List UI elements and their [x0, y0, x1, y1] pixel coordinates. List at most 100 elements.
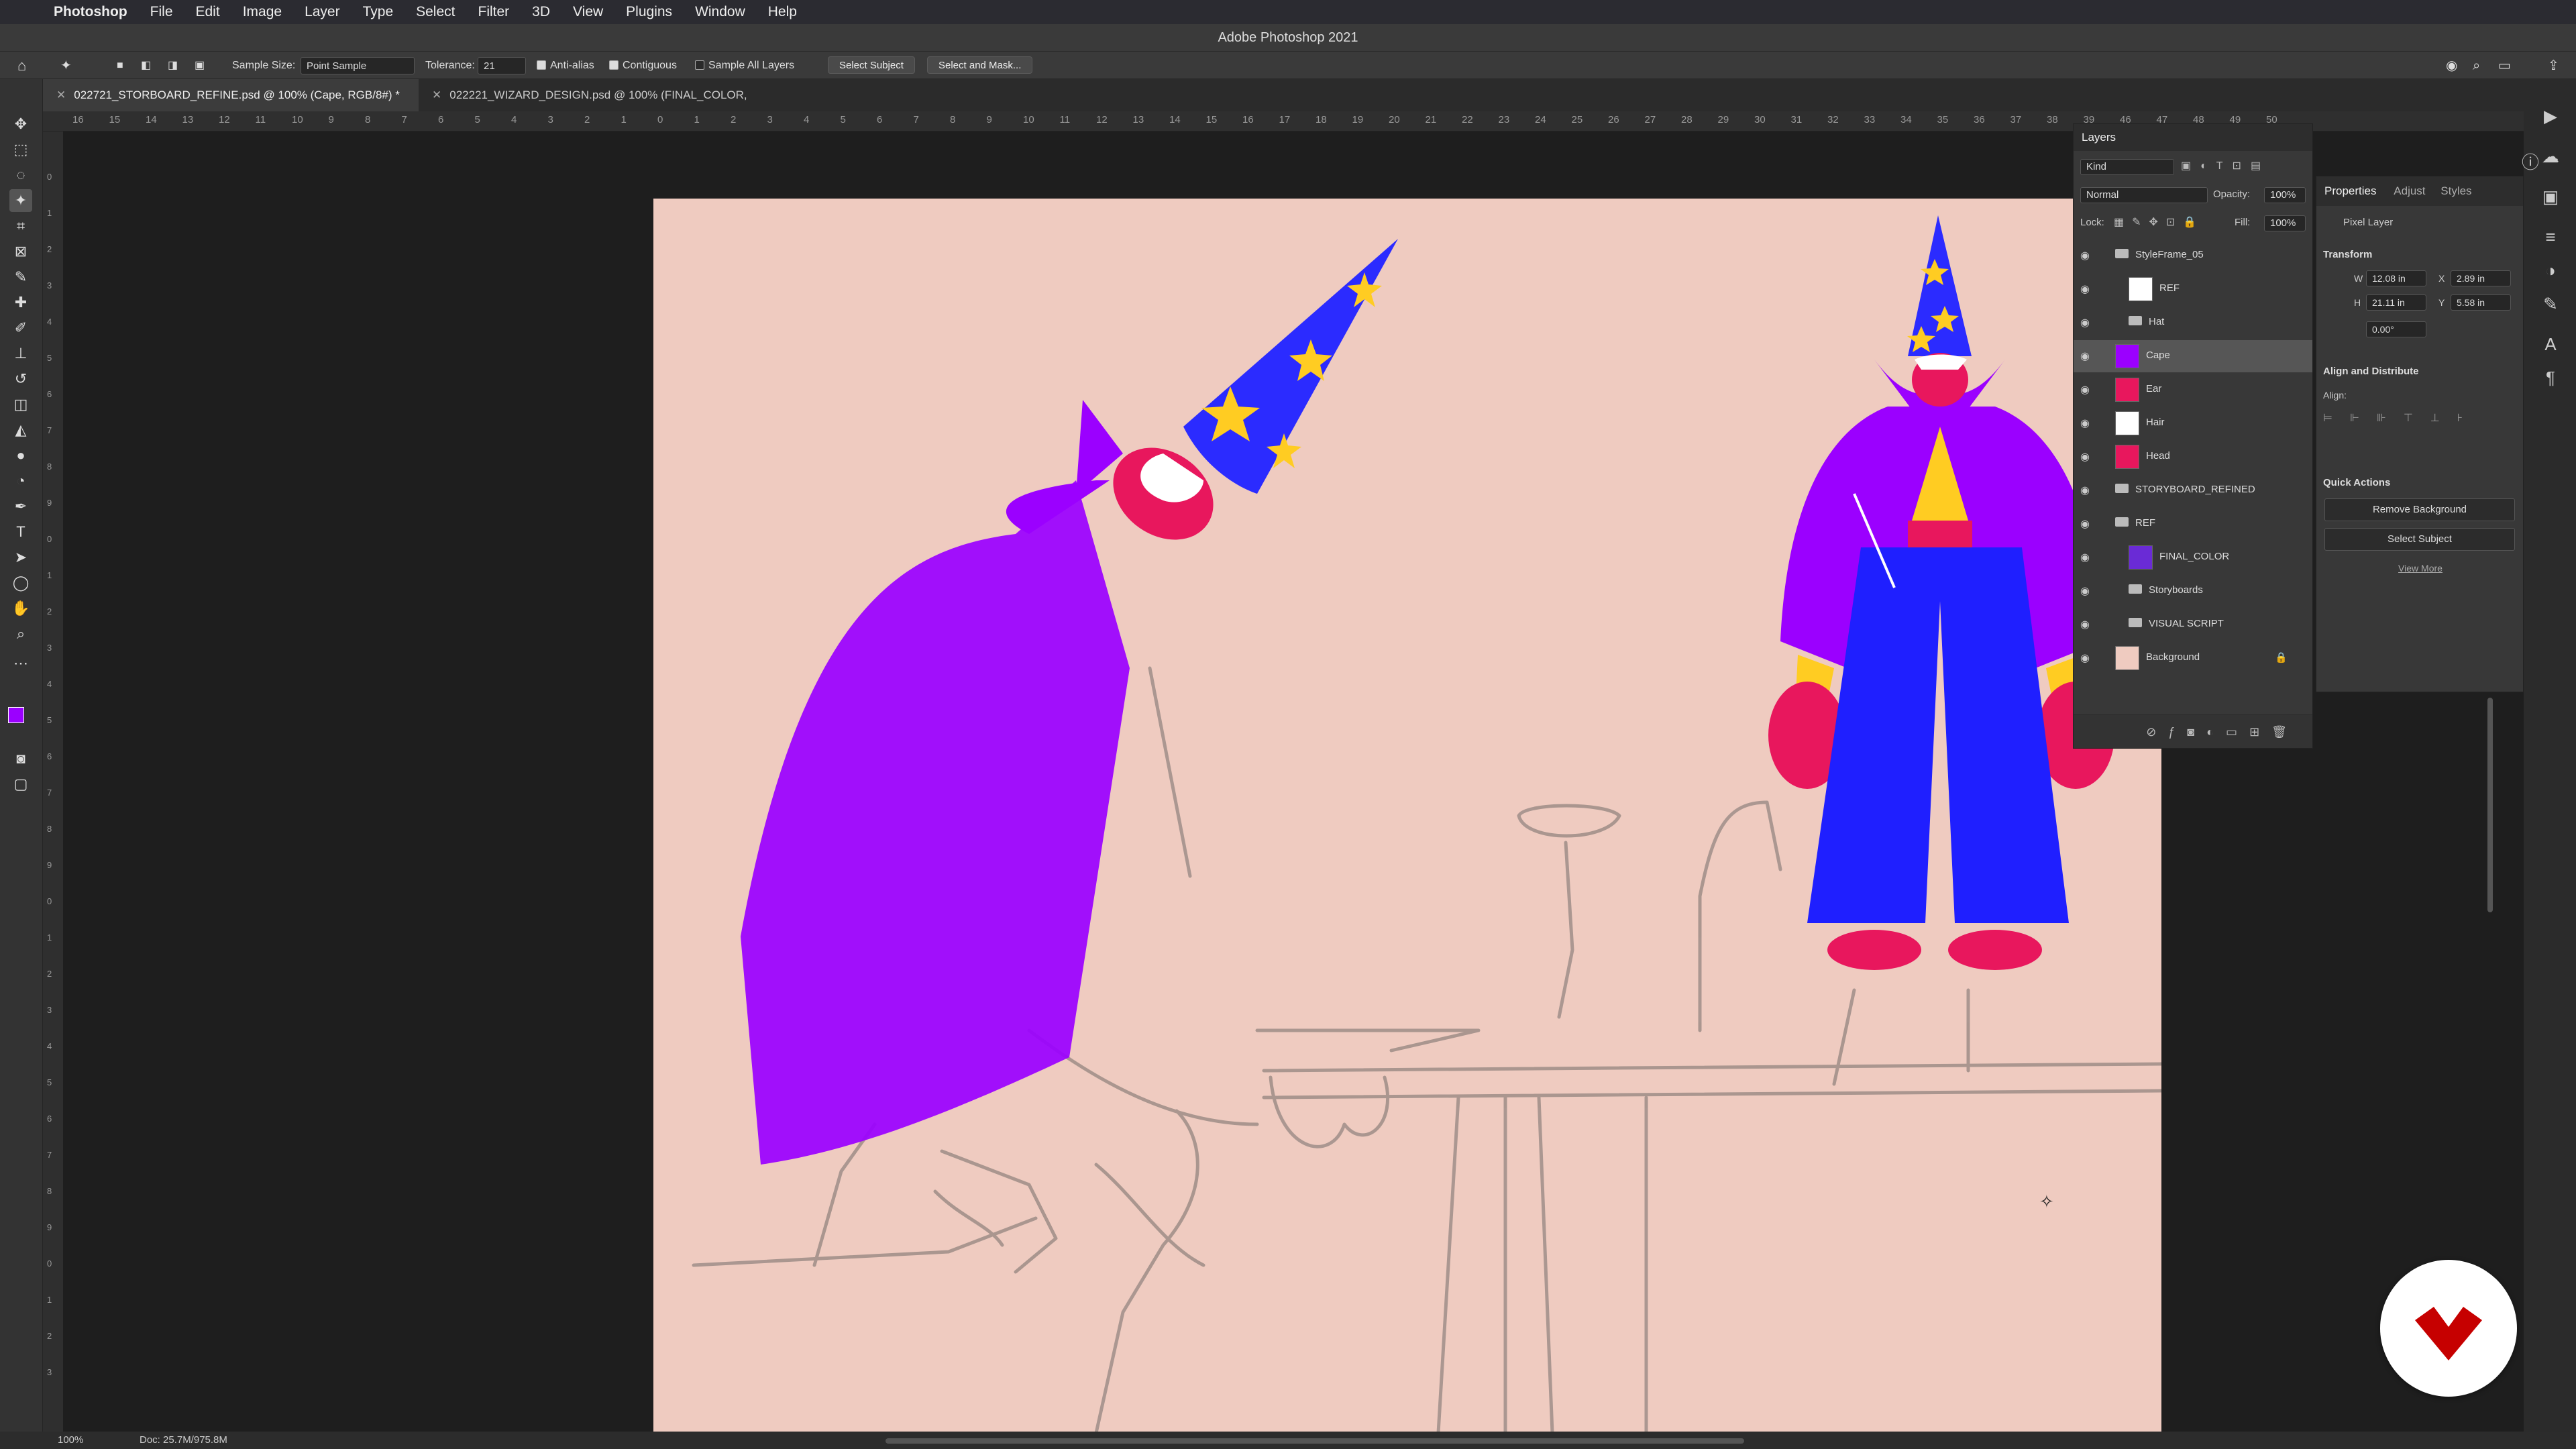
select-subject-button[interactable]: Select Subject — [828, 56, 915, 74]
visibility-eye-icon[interactable]: ◉ — [2080, 417, 2090, 430]
tolerance-input[interactable]: 21 — [478, 57, 526, 74]
screen-mode-icon[interactable]: ▢ — [9, 773, 32, 796]
visibility-eye-icon[interactable]: ◉ — [2080, 618, 2090, 631]
lock-icons[interactable]: ▦✎✥⊡🔒 — [2114, 215, 2204, 229]
blend-mode-select[interactable]: Normal — [2080, 187, 2208, 203]
layer-row[interactable]: ◉ Hair — [2074, 407, 2312, 439]
menu-view[interactable]: View — [573, 4, 603, 20]
menu-type[interactable]: Type — [363, 4, 394, 20]
view-more-link[interactable]: View More — [2316, 563, 2524, 574]
x-input[interactable]: 2.89 in — [2451, 270, 2511, 286]
workspace-icon[interactable]: ▭ — [2498, 57, 2511, 74]
menu-filter[interactable]: Filter — [478, 4, 510, 20]
layer-filter-select[interactable]: Kind — [2080, 159, 2174, 175]
align-section-title[interactable]: Align and Distribute — [2323, 366, 2419, 377]
y-input[interactable]: 5.58 in — [2451, 294, 2511, 311]
menu-plugins[interactable]: Plugins — [626, 4, 672, 20]
opacity-input[interactable]: 100% — [2264, 187, 2306, 203]
document-canvas[interactable] — [653, 199, 2163, 1435]
menu-app-name[interactable]: Photoshop — [54, 4, 127, 20]
horizontal-scrollbar[interactable] — [885, 1438, 1744, 1444]
path-select-icon[interactable]: ➤ — [9, 546, 32, 569]
align-icons[interactable]: ⊨⊩⊪⊤⊥⊦ — [2323, 411, 2480, 425]
play-icon[interactable]: ▶ — [2537, 106, 2564, 127]
move-tool-icon[interactable]: ✥ — [9, 113, 32, 136]
bucket-tool-icon[interactable]: ◭ — [9, 419, 32, 441]
layer-row[interactable]: ◉ VISUAL SCRIPT — [2074, 608, 2312, 641]
search-icon[interactable]: ⌕ — [2473, 57, 2480, 74]
menu-layer[interactable]: Layer — [305, 4, 340, 20]
visibility-eye-icon[interactable]: ◉ — [2080, 316, 2090, 329]
share-icon[interactable]: ⇪ — [2548, 57, 2559, 74]
subtract-selection-icon[interactable]: ◨ — [168, 57, 178, 74]
menu-file[interactable]: File — [150, 4, 173, 20]
layer-row[interactable]: ◉ Ear — [2074, 374, 2312, 406]
quick-mask-icon[interactable]: ◙ — [9, 747, 32, 770]
brush-tool-icon[interactable]: ✐ — [9, 317, 32, 339]
menu-select[interactable]: Select — [416, 4, 455, 20]
profile-icon[interactable]: ◉ — [2446, 57, 2457, 74]
menu-window[interactable]: Window — [695, 4, 745, 20]
crop-tool-icon[interactable]: ⌗ — [9, 215, 32, 237]
visibility-eye-icon[interactable]: ◉ — [2080, 383, 2090, 396]
layer-row[interactable]: ◉ Cape — [2074, 340, 2312, 372]
healing-tool-icon[interactable]: ✚ — [9, 291, 32, 314]
foreground-color-swatch[interactable] — [8, 707, 24, 723]
visibility-eye-icon[interactable]: ◉ — [2080, 249, 2090, 262]
height-input[interactable]: 21.11 in — [2366, 294, 2426, 311]
visibility-eye-icon[interactable]: ◉ — [2080, 484, 2090, 497]
character-icon[interactable]: A — [2537, 334, 2564, 355]
frame-tool-icon[interactable]: ⊠ — [9, 240, 32, 263]
transform-section-title[interactable]: Transform — [2323, 249, 2372, 260]
antialias-checkbox[interactable]: Anti-alias — [537, 57, 594, 74]
close-icon[interactable]: ✕ — [56, 89, 66, 101]
info-icon[interactable]: ⓘ — [2517, 149, 2544, 174]
marquee-tool-icon[interactable]: ⬚ — [9, 138, 32, 161]
visibility-eye-icon[interactable]: ◉ — [2080, 450, 2090, 464]
layer-row[interactable]: ◉ StyleFrame_05 — [2074, 239, 2312, 272]
tab-properties[interactable]: Properties — [2324, 184, 2376, 197]
libraries-icon[interactable]: ▣ — [2537, 186, 2564, 207]
paths-icon[interactable]: ✎ — [2537, 294, 2564, 315]
hand-tool-icon[interactable]: ✋ — [9, 597, 32, 620]
tab-wizard-design[interactable]: ✕ 022221_WIZARD_DESIGN.psd @ 100% (FINAL_… — [419, 79, 794, 133]
home-icon[interactable]: ⌂ — [17, 57, 26, 74]
layer-row[interactable]: ◉ Head — [2074, 441, 2312, 473]
menu-edit[interactable]: Edit — [196, 4, 220, 20]
stamp-tool-icon[interactable]: ⊥ — [9, 342, 32, 365]
tab-storyboard-refine[interactable]: ✕ 022721_STORBOARD_REFINE.psd @ 100% (Cap… — [43, 79, 419, 111]
history-brush-icon[interactable]: ↺ — [9, 368, 32, 390]
menu-3d[interactable]: 3D — [532, 4, 550, 20]
more-tools-icon[interactable]: ⋯ — [9, 652, 32, 675]
layer-row[interactable]: ◉ REF — [2074, 508, 2312, 540]
menu-help[interactable]: Help — [768, 4, 797, 20]
layers-footer-icons[interactable]: ⊘ƒ◙◐▭⊞🗑 — [2074, 714, 2312, 748]
select-subject-prop-button[interactable]: Select Subject — [2324, 528, 2515, 551]
magic-wand-icon[interactable]: ✦ — [60, 57, 72, 74]
layer-row[interactable]: ◉ REF — [2074, 273, 2312, 305]
shape-tool-icon[interactable]: ◯ — [9, 572, 32, 594]
tab-styles[interactable]: Styles — [2440, 184, 2471, 197]
zoom-tool-icon[interactable]: ⌕ — [9, 623, 32, 645]
intersect-selection-icon[interactable]: ▣ — [195, 57, 205, 74]
magic-wand-tool-icon[interactable]: ✦ — [9, 189, 32, 212]
quick-actions-title[interactable]: Quick Actions — [2323, 477, 2390, 488]
color-icon[interactable]: ◑ — [2537, 260, 2564, 281]
remove-background-button[interactable]: Remove Background — [2324, 498, 2515, 521]
tab-adjust[interactable]: Adjust — [2394, 184, 2425, 197]
eraser-tool-icon[interactable]: ◫ — [9, 393, 32, 416]
sample-all-checkbox[interactable]: Sample All Layers — [695, 57, 794, 74]
width-input[interactable]: 12.08 in — [2366, 270, 2426, 286]
dodge-tool-icon[interactable]: ◔ — [9, 470, 32, 492]
sample-size-select[interactable]: Point Sample — [301, 57, 415, 74]
pen-tool-icon[interactable]: ✒ — [9, 495, 32, 518]
fill-input[interactable]: 100% — [2264, 215, 2306, 231]
layer-row[interactable]: ◉ STORYBOARD_REFINED — [2074, 474, 2312, 506]
vertical-scrollbar[interactable] — [2487, 698, 2493, 912]
layer-row[interactable]: ◉ FINAL_COLOR — [2074, 541, 2312, 574]
visibility-eye-icon[interactable]: ◉ — [2080, 350, 2090, 363]
eyedropper-tool-icon[interactable]: ✎ — [9, 266, 32, 288]
filter-type-icons[interactable]: ▣◐T⊡▤ — [2181, 159, 2270, 172]
visibility-eye-icon[interactable]: ◉ — [2080, 584, 2090, 598]
angle-input[interactable]: 0.00° — [2366, 321, 2426, 337]
